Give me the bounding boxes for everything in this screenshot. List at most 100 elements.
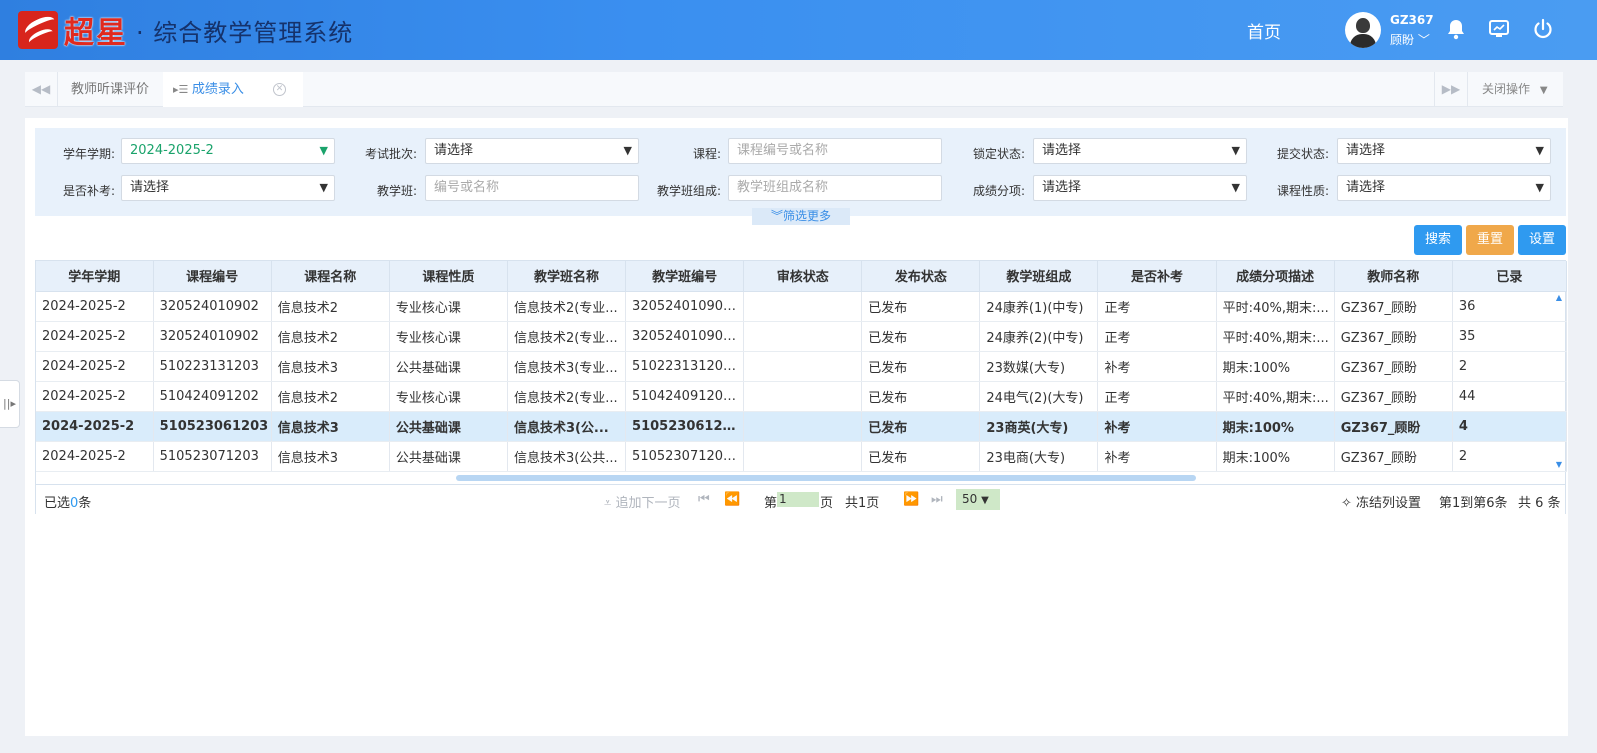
- power-icon[interactable]: [1532, 18, 1554, 40]
- column-header[interactable]: 已录: [1452, 261, 1568, 292]
- monitor-icon[interactable]: [1488, 18, 1510, 40]
- table-cell: 2024-2025-2: [36, 321, 154, 352]
- main-panel: 学年学期: 2024-2025-2 ▼ 考试批次: 请选择 ▼ 课程: 课程编号或名…: [0, 118, 1568, 736]
- table-cell: 已发布: [861, 291, 981, 322]
- table-row[interactable]: 2024-2025-2 510523071203 信息技术3 公共基础课 信息技术3(公…: [36, 441, 1568, 472]
- double-chevron-down-icon: ⩡: [604, 496, 616, 511]
- score-item-select[interactable]: 请选择 ▼: [1033, 175, 1247, 201]
- lock-select[interactable]: 请选择 ▼: [1033, 138, 1247, 164]
- column-header[interactable]: 学年学期: [36, 261, 154, 292]
- page-size-select[interactable]: 50 ▼: [956, 489, 1000, 510]
- user-menu-toggle[interactable]: 顾盼 ﹀: [1390, 31, 1430, 48]
- table-cell: 信息技术2: [271, 291, 390, 322]
- column-header[interactable]: 是否补考: [1097, 261, 1217, 292]
- table-row[interactable]: 2024-2025-2 320524010902 信息技术2 专业核心课 信息技术2(专…: [36, 291, 1568, 322]
- selected-count-text: 已选0条: [44, 492, 91, 511]
- prev-page-icon[interactable]: ⏪: [724, 492, 740, 507]
- column-header[interactable]: 课程名称: [271, 261, 390, 292]
- table-cell: 510424091202...: [625, 381, 745, 412]
- course-type-value: 请选择: [1346, 180, 1386, 195]
- filter-more-toggle[interactable]: ︾筛选更多: [752, 208, 850, 225]
- column-header[interactable]: 教学班组成: [979, 261, 1099, 292]
- table-cell: GZ367_顾盼: [1334, 441, 1453, 472]
- avatar-body-icon: [1350, 34, 1376, 48]
- append-next-button[interactable]: ⩡ 追加下一页: [604, 492, 680, 511]
- column-header[interactable]: 审核状态: [743, 261, 863, 292]
- horizontal-scrollbar[interactable]: [36, 472, 1565, 482]
- table-row[interactable]: 2024-2025-2 510523061203 信息技术3 公共基础课 信息技术3(公…: [36, 411, 1568, 442]
- chevron-down-icon: ▼: [1535, 181, 1544, 194]
- table-cell: 320524010902...: [625, 321, 745, 352]
- term-label: 学年学期:: [62, 147, 115, 161]
- table-cell: 正考: [1097, 321, 1217, 352]
- tab-teacher-evaluation[interactable]: 教师听课评价: [71, 72, 149, 107]
- chevron-down-icon: ▼: [981, 495, 989, 506]
- table-cell: 24康养(2)(中专): [979, 321, 1099, 352]
- makeup-value: 请选择: [130, 180, 170, 195]
- term-select[interactable]: 2024-2025-2 ▼: [121, 138, 335, 164]
- column-header[interactable]: 发布状态: [861, 261, 981, 292]
- scroll-down-icon[interactable]: ▼: [1556, 460, 1562, 469]
- logo-brand: 超星: [64, 16, 128, 51]
- freeze-columns-button[interactable]: ✧ 冻结列设置: [1341, 492, 1421, 511]
- app-header: 超星 · 综合教学管理系统 首页 GZ367 顾盼 ﹀: [0, 0, 1597, 60]
- table-cell: 510523061203: [153, 411, 272, 442]
- next-page-icon[interactable]: ⏩: [903, 492, 919, 507]
- course-type-select[interactable]: 请选择 ▼: [1337, 175, 1551, 201]
- column-header[interactable]: 课程性质: [389, 261, 508, 292]
- last-page-icon[interactable]: ⏭: [931, 492, 943, 507]
- table-cell: 2024-2025-2: [36, 291, 154, 322]
- tab-score-entry[interactable]: ▸☰ 成绩录入 ✕: [163, 72, 303, 107]
- table-cell: 44: [1452, 381, 1568, 412]
- table-row[interactable]: 2024-2025-2 510223131203 信息技术3 公共基础课 信息技术3(专…: [36, 351, 1568, 382]
- chevron-down-icon: ▼: [1231, 144, 1240, 157]
- table-row[interactable]: 2024-2025-2 320524010902 信息技术2 专业核心课 信息技术2(专…: [36, 321, 1568, 352]
- class-label: 教学班:: [376, 184, 417, 198]
- page-number-input[interactable]: 1: [777, 492, 819, 507]
- close-icon[interactable]: ✕: [273, 83, 286, 96]
- table-cell: 信息技术2(专业...: [507, 291, 627, 322]
- avatar[interactable]: [1345, 12, 1381, 48]
- composition-input[interactable]: 教学班组成名称: [728, 175, 942, 201]
- course-input[interactable]: 课程编号或名称: [728, 138, 942, 164]
- table-row[interactable]: 2024-2025-2 510424091202 信息技术2 专业核心课 信息技术2(专…: [36, 381, 1568, 412]
- logo-mark-icon: [18, 11, 58, 49]
- sidebar-toggle-icon[interactable]: ||▸: [0, 380, 20, 428]
- table-cell: 信息技术2(专业...: [507, 381, 627, 412]
- table-cell: 24康养(1)(中专): [979, 291, 1099, 322]
- search-button[interactable]: 搜索: [1414, 225, 1462, 255]
- submit-select[interactable]: 请选择 ▼: [1337, 138, 1551, 164]
- column-header[interactable]: 课程编号: [153, 261, 272, 292]
- table-cell: 23电商(大专): [979, 441, 1099, 472]
- scroll-up-icon[interactable]: ▲: [1556, 293, 1562, 302]
- append-next-label: 追加下一页: [615, 496, 681, 511]
- column-header[interactable]: 成绩分项描述: [1216, 261, 1335, 292]
- close-operations-dropdown[interactable]: 关闭操作 ▼: [1467, 72, 1563, 107]
- selected-prefix: 已选: [44, 496, 71, 511]
- reset-button[interactable]: 重置: [1466, 225, 1514, 255]
- first-page-icon[interactable]: ⏮: [698, 492, 710, 507]
- table-cell: 专业核心课: [389, 381, 508, 412]
- freeze-columns-label: 冻结列设置: [1356, 496, 1422, 511]
- table-cell: 2024-2025-2: [36, 411, 154, 442]
- class-input[interactable]: 编号或名称: [425, 175, 639, 201]
- column-header[interactable]: 教学班编号: [625, 261, 745, 292]
- batch-select[interactable]: 请选择 ▼: [425, 138, 639, 164]
- table-cell: 已发布: [861, 321, 981, 352]
- table-cell: 平时:40%,期末:...: [1216, 321, 1335, 352]
- bell-icon[interactable]: [1446, 18, 1468, 40]
- term-value: 2024-2025-2: [130, 143, 214, 158]
- tab-scroll-left-icon[interactable]: ◀◀: [25, 72, 58, 107]
- table-body: 2024-2025-2 320524010902 信息技术2 专业核心课 信息技术2(专…: [36, 291, 1568, 472]
- nav-home-link[interactable]: 首页: [1247, 18, 1281, 43]
- settings-button[interactable]: 设置: [1518, 225, 1566, 255]
- table-cell: 补考: [1097, 351, 1217, 382]
- column-header[interactable]: 教师名称: [1334, 261, 1453, 292]
- makeup-select[interactable]: 请选择 ▼: [121, 175, 335, 201]
- column-header[interactable]: 教学班名称: [507, 261, 627, 292]
- table-cell: GZ367_顾盼: [1334, 411, 1453, 442]
- pagination-bar: 已选0条 ⩡ 追加下一页 ⏮ ⏪ 第 1 页 共1页 ⏩ ⏭ 50 ▼ ✧ 冻结…: [36, 484, 1565, 514]
- scrollbar-thumb[interactable]: [456, 475, 1196, 481]
- tab-scroll-right-icon[interactable]: ▶▶: [1434, 72, 1467, 107]
- selected-suffix: 条: [78, 496, 92, 511]
